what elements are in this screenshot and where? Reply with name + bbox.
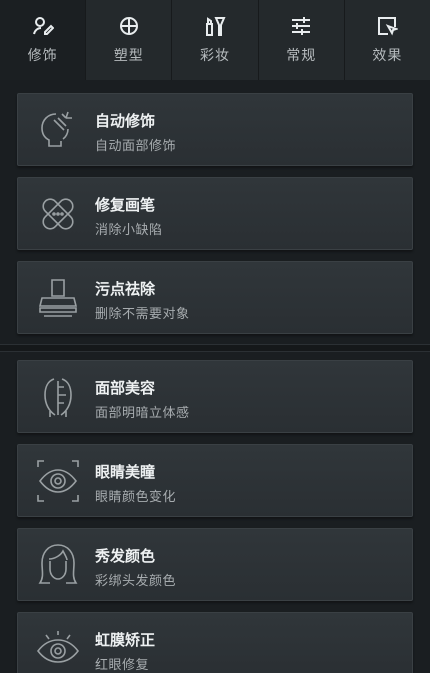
tool-subtitle: 自动面部修饰 (95, 139, 177, 154)
makeup-icon (204, 15, 226, 37)
app-window: 修饰 塑型 彩妆 常规 效果 自动修饰 自动面部修饰 修复画笔 消除小缺陷 污点… (0, 0, 430, 673)
hair-icon (32, 539, 84, 591)
sliders-icon (290, 15, 312, 37)
tab-shape[interactable]: 塑型 (86, 0, 173, 80)
tool-title: 眼睛美瞳 (95, 463, 156, 481)
tool-subtitle: 眼睛颜色变化 (95, 490, 177, 505)
stamp-icon (32, 272, 84, 324)
tool-subtitle: 面部明暗立体感 (95, 406, 190, 421)
tool-list: 自动修饰 自动面部修饰 修复画笔 消除小缺陷 污点祛除 删除不需要对象 面部美容… (0, 80, 430, 673)
effects-icon (376, 15, 400, 37)
tab-retouch[interactable]: 修饰 (0, 0, 87, 80)
tab-retouch-label: 修饰 (27, 48, 58, 64)
bandage-icon (32, 188, 84, 240)
tool-title: 面部美容 (95, 379, 156, 397)
tool-subtitle: 红眼修复 (95, 658, 150, 673)
eye-focus-icon (32, 455, 84, 507)
tab-general[interactable]: 常规 (259, 0, 345, 80)
face-contour-icon (32, 371, 84, 423)
retouch-icon (32, 15, 55, 37)
iris-icon (32, 623, 84, 673)
tool-subtitle: 删除不需要对象 (95, 307, 190, 322)
tab-effects[interactable]: 效果 (345, 0, 430, 80)
auto-face-icon (32, 104, 84, 156)
tool-item-auto-retouch[interactable]: 自动修饰 自动面部修饰 (17, 93, 413, 166)
tool-item-eye-color[interactable]: 眼睛美瞳 眼睛颜色变化 (17, 444, 413, 517)
tab-effects-label: 效果 (372, 48, 403, 64)
tool-item-face-beauty[interactable]: 面部美容 面部明暗立体感 (17, 360, 413, 433)
tool-subtitle: 消除小缺陷 (95, 223, 163, 238)
tool-item-iris-correction[interactable]: 虹膜矫正 红眼修复 (17, 612, 413, 673)
crosshair-icon (118, 15, 140, 37)
tab-makeup-label: 彩妆 (200, 48, 230, 64)
tool-subtitle: 彩绑头发颜色 (95, 574, 177, 589)
tool-item-spot-removal[interactable]: 污点祛除 删除不需要对象 (17, 261, 413, 334)
tool-title: 自动修饰 (95, 112, 156, 130)
tool-title: 秀发颜色 (95, 547, 156, 565)
tab-makeup[interactable]: 彩妆 (172, 0, 259, 80)
group-divider (0, 344, 430, 352)
tool-item-hair-color[interactable]: 秀发颜色 彩绑头发颜色 (17, 528, 413, 601)
tab-general-label: 常规 (286, 48, 317, 64)
tool-title: 虹膜矫正 (95, 631, 156, 649)
tool-title: 修复画笔 (95, 196, 156, 214)
tab-shape-label: 塑型 (113, 48, 144, 64)
tool-item-healing-brush[interactable]: 修复画笔 消除小缺陷 (17, 177, 413, 250)
tool-title: 污点祛除 (95, 280, 156, 298)
tool-tab-bar: 修饰 塑型 彩妆 常规 效果 (0, 0, 430, 81)
